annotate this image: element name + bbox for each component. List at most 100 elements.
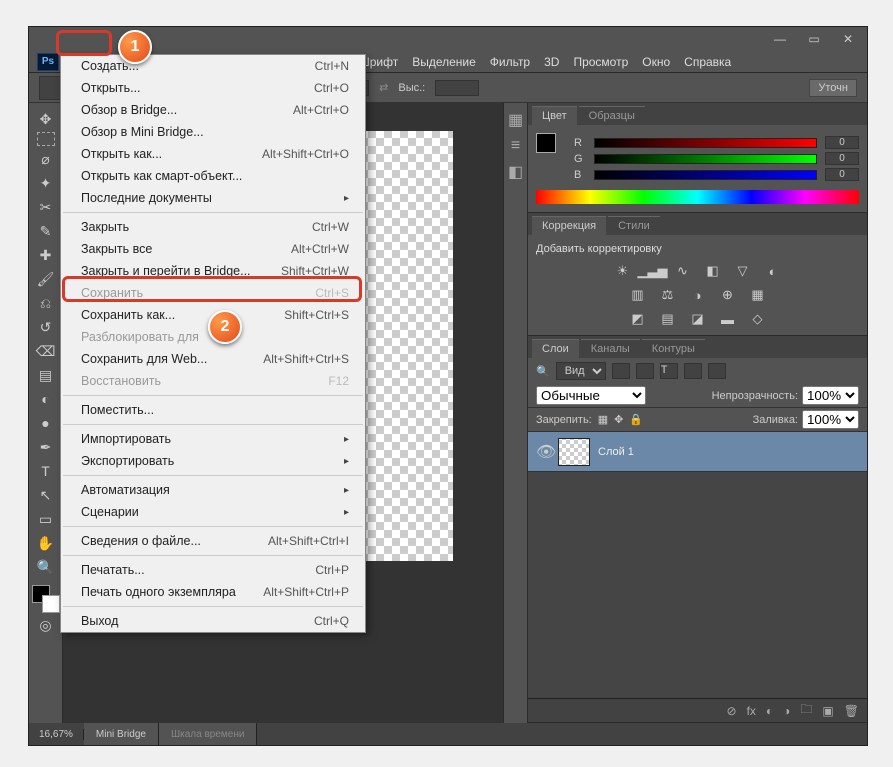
type-tool-icon[interactable]: T	[34, 460, 58, 482]
stamp-tool-icon[interactable]: ⎌	[34, 292, 58, 314]
close-button[interactable]: ✕	[837, 32, 859, 46]
tab-styles[interactable]: Стили	[608, 216, 660, 235]
layer-item[interactable]: 👁 Слой 1	[528, 432, 867, 472]
visibility-eye-icon[interactable]: 👁	[536, 442, 550, 462]
adjustment-layer-icon[interactable]: ◑	[783, 704, 790, 718]
lock-all-icon[interactable]: 🔒	[629, 413, 643, 426]
menu-item[interactable]: Создать...Ctrl+N	[61, 55, 365, 77]
hand-tool-icon[interactable]: ✋	[34, 532, 58, 554]
refine-button[interactable]: Уточн	[809, 79, 857, 97]
properties-panel-icon[interactable]: ◧	[507, 163, 525, 181]
menu-item[interactable]: Сценарии▸	[61, 501, 365, 523]
slider-r[interactable]	[594, 138, 817, 148]
filter-type2-icon[interactable]: T	[660, 363, 678, 379]
pen-tool-icon[interactable]: ✒	[34, 436, 58, 458]
menu-item[interactable]: Импортировать▸	[61, 428, 365, 450]
crop-tool-icon[interactable]: ✂	[34, 196, 58, 218]
filter-adjust-icon[interactable]	[636, 363, 654, 379]
delete-layer-icon[interactable]: 🗑	[844, 704, 859, 718]
menu-item[interactable]: ВыходCtrl+Q	[61, 610, 365, 632]
background-color[interactable]	[42, 595, 60, 613]
posterize-icon[interactable]: ▤	[658, 311, 678, 327]
menu-item[interactable]: Печатать...Ctrl+P	[61, 559, 365, 581]
channel-mixer-icon[interactable]: ⊕	[718, 287, 738, 303]
healing-tool-icon[interactable]: ✚	[34, 244, 58, 266]
menu-item[interactable]: Открыть как...Alt+Shift+Ctrl+O	[61, 143, 365, 165]
photo-filter-icon[interactable]: ◑	[688, 287, 708, 303]
exposure-icon[interactable]: ◧	[703, 263, 723, 279]
menu-item[interactable]: Экспортировать▸	[61, 450, 365, 472]
filter-smart-icon[interactable]	[708, 363, 726, 379]
menu-item[interactable]: Закрыть всеAlt+Ctrl+W	[61, 238, 365, 260]
value-r[interactable]	[825, 136, 859, 149]
value-b[interactable]	[825, 168, 859, 181]
menu-view[interactable]: Просмотр	[573, 55, 628, 69]
menu-filter[interactable]: Фильтр	[490, 55, 530, 69]
slider-b[interactable]	[594, 170, 817, 180]
hue-icon[interactable]: ◐	[763, 263, 783, 279]
gradient-map-icon[interactable]: ▬	[718, 311, 738, 327]
actions-panel-icon[interactable]: ≡	[507, 137, 525, 155]
lasso-tool-icon[interactable]: ⌀	[34, 148, 58, 170]
menu-item[interactable]: Сохранить для Web...Alt+Shift+Ctrl+S	[61, 348, 365, 370]
color-preview[interactable]	[536, 133, 564, 161]
new-layer-icon[interactable]: ▣	[822, 704, 833, 718]
menu-item[interactable]: Обзор в Bridge...Alt+Ctrl+O	[61, 99, 365, 121]
color-swatch[interactable]	[32, 585, 60, 613]
menu-item[interactable]: Автоматизация▸	[61, 479, 365, 501]
shape-tool-icon[interactable]: ▭	[34, 508, 58, 530]
path-tool-icon[interactable]: ↖	[34, 484, 58, 506]
tab-color[interactable]: Цвет	[532, 106, 577, 125]
menu-item[interactable]: Закрыть и перейти в Bridge...Shift+Ctrl+…	[61, 260, 365, 282]
hue-bar[interactable]	[536, 190, 859, 204]
marquee-tool-icon[interactable]	[37, 132, 55, 146]
zoom-level[interactable]: 16,67%	[29, 729, 84, 740]
menu-select[interactable]: Выделение	[412, 55, 476, 69]
maximize-button[interactable]: ▭	[803, 32, 825, 46]
history-brush-icon[interactable]: ↺	[34, 316, 58, 338]
value-g[interactable]	[825, 152, 859, 165]
menu-help[interactable]: Справка	[684, 55, 731, 69]
swap-icon[interactable]: ⇄	[379, 81, 388, 94]
fill-select[interactable]: 100%	[802, 410, 859, 429]
menu-3d[interactable]: 3D	[544, 55, 559, 69]
filter-type-icon[interactable]: 🔍	[536, 365, 550, 378]
brush-tool-icon[interactable]: 🖌	[34, 268, 58, 290]
fx-icon[interactable]: fx	[747, 704, 756, 718]
brightness-icon[interactable]: ☀	[613, 263, 633, 279]
lock-position-icon[interactable]: ✥	[614, 413, 623, 426]
lock-pixels-icon[interactable]: ▦	[598, 413, 608, 426]
filter-pixel-icon[interactable]	[612, 363, 630, 379]
blur-tool-icon[interactable]: ◐	[34, 388, 58, 410]
mask-icon[interactable]: ◐	[766, 704, 773, 718]
filter-shape-icon[interactable]	[684, 363, 702, 379]
minimize-button[interactable]: —	[769, 32, 791, 46]
slider-g[interactable]	[594, 154, 817, 164]
levels-icon[interactable]: ▁▃▅	[643, 263, 663, 279]
threshold-icon[interactable]: ◪	[688, 311, 708, 327]
quickmask-icon[interactable]: ◎	[34, 614, 58, 636]
eyedropper-tool-icon[interactable]: ✎	[34, 220, 58, 242]
tab-paths[interactable]: Контуры	[642, 339, 705, 358]
menu-item[interactable]: ЗакрытьCtrl+W	[61, 216, 365, 238]
gradient-tool-icon[interactable]: ▤	[34, 364, 58, 386]
menu-item[interactable]: Печать одного экземпляраAlt+Shift+Ctrl+P	[61, 581, 365, 603]
menu-window[interactable]: Окно	[642, 55, 670, 69]
height-input[interactable]	[435, 80, 479, 96]
curves-icon[interactable]: ∿	[673, 263, 693, 279]
group-icon[interactable]: 🗀	[800, 700, 812, 721]
menu-item[interactable]: Поместить...	[61, 399, 365, 421]
layer-name[interactable]: Слой 1	[598, 446, 634, 458]
tab-corrections[interactable]: Коррекция	[532, 216, 606, 235]
balance-icon[interactable]: ⚖	[658, 287, 678, 303]
menu-item[interactable]: Обзор в Mini Bridge...	[61, 121, 365, 143]
opacity-select[interactable]: 100%	[802, 386, 859, 405]
timeline-tab[interactable]: Шкала времени	[159, 723, 257, 745]
selective-color-icon[interactable]: ◇	[748, 311, 768, 327]
menu-item[interactable]: Последние документы▸	[61, 187, 365, 209]
lut-icon[interactable]: ▦	[748, 287, 768, 303]
tab-channels[interactable]: Каналы	[581, 339, 640, 358]
wand-tool-icon[interactable]: ✦	[34, 172, 58, 194]
filter-select[interactable]: Вид	[556, 362, 606, 380]
minibridge-tab[interactable]: Mini Bridge	[84, 723, 159, 745]
